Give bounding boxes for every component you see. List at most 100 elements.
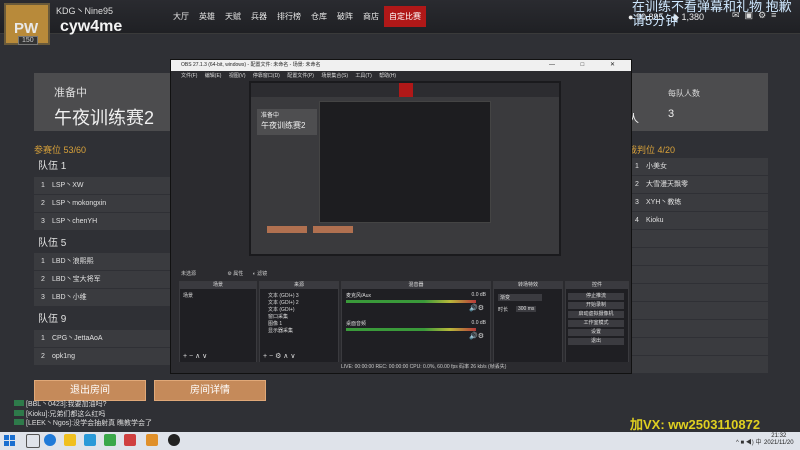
edge-browser-icon[interactable]: [44, 434, 56, 446]
player-row[interactable]: 1 LSP丶XW: [34, 177, 180, 194]
team-header: 队伍 9: [38, 314, 67, 325]
nav-lobby[interactable]: 大厅: [168, 6, 194, 27]
player-row[interactable]: 1 CPG丶JettaAoA: [34, 330, 180, 347]
scenes-dock[interactable]: 场景 场景 + − ∧ ∨: [179, 281, 257, 363]
menu-docks[interactable]: 停靠窗口(D): [253, 73, 280, 79]
room-details-button[interactable]: 房间详情: [154, 380, 266, 401]
obs-titlebar[interactable]: OBS 27.1.3 (64-bit, windows) - 配置文件: 未命名…: [171, 60, 631, 71]
app-icon-red[interactable]: [124, 434, 136, 446]
source-item[interactable]: 文本 (GDI+) 3: [268, 292, 299, 299]
player-row[interactable]: 2 opk1ng: [34, 348, 180, 365]
exit-room-button[interactable]: 退出房间: [34, 380, 146, 401]
mail-icon[interactable]: ✉: [732, 10, 740, 21]
player-row[interactable]: 2 LBD丶宝大将军: [34, 271, 180, 288]
preview-active-tab: [399, 83, 413, 97]
chat-badge-icon: [14, 409, 24, 416]
dock-title: 场景: [180, 282, 256, 289]
obs-taskbar-icon[interactable]: [168, 434, 180, 446]
filters-button[interactable]: 滤镜: [257, 271, 267, 277]
mixer-dock[interactable]: 混音器 麦克风/Aux 0.0 dB 🔊⚙ 桌面音频 0.0 dB 🔊⚙: [341, 281, 491, 363]
source-item[interactable]: 图像 1: [268, 320, 282, 327]
speaker-icon[interactable]: 🔊⚙: [469, 304, 484, 312]
source-add-icon[interactable]: + − ⚙ ∧ ∨: [263, 352, 295, 360]
player-row[interactable]: 2 LSP丶mokongxin: [34, 195, 180, 212]
window-controls[interactable]: — □ ✕: [549, 60, 627, 71]
menu-tools[interactable]: 工具(T): [355, 73, 371, 79]
empty-referee-slot[interactable]: [628, 338, 768, 355]
mixer-track-db: 0.0 dB: [471, 320, 486, 326]
nav-custom-match[interactable]: 自定比赛: [384, 6, 426, 27]
settings-icon[interactable]: ⚙: [758, 10, 766, 21]
shop-icon[interactable]: ▣: [745, 10, 754, 21]
chat-message: [BBL丶0423]:我要加油吗?: [14, 400, 152, 410]
per-team-value: 3: [668, 108, 675, 120]
virtual-camera-button[interactable]: 启动虚拟摄像机: [568, 311, 624, 318]
file-explorer-icon[interactable]: [64, 434, 76, 446]
windows-start-icon[interactable]: [4, 435, 15, 446]
empty-referee-slot[interactable]: [628, 320, 768, 337]
app-icon-green[interactable]: [104, 434, 116, 446]
referee-row[interactable]: 1 小美女: [628, 158, 768, 175]
player-row[interactable]: 3 LBD丶小维: [34, 289, 180, 306]
empty-referee-slot[interactable]: [628, 230, 768, 247]
source-item[interactable]: 显示器采集: [268, 327, 293, 334]
taskbar-clock[interactable]: 21:32 2021/11/20: [764, 433, 794, 447]
nav-talents[interactable]: 天赋: [220, 6, 246, 27]
main-nav: 大厅 英雄 天赋 兵器 排行榜 仓库 破阵 商店 自定比赛: [168, 6, 426, 27]
referee-row[interactable]: 2 大雪漫天飘零: [628, 176, 768, 193]
referee-row[interactable]: 4 Kioku: [628, 212, 768, 229]
studio-mode-button[interactable]: 工作室模式: [568, 320, 624, 327]
transition-select[interactable]: 渐变: [498, 294, 542, 301]
menu-view[interactable]: 视图(V): [229, 73, 246, 79]
settings-button[interactable]: 设置: [568, 329, 624, 336]
source-item[interactable]: 窗口采集: [268, 313, 288, 320]
menu-help[interactable]: 帮助(H): [379, 73, 396, 79]
store-icon[interactable]: [84, 434, 96, 446]
empty-referee-slot[interactable]: [628, 266, 768, 283]
empty-referee-slot[interactable]: [628, 356, 768, 373]
dock-title: 转场特效: [494, 282, 562, 289]
stop-streaming-button[interactable]: 停止推流: [568, 293, 624, 300]
source-item[interactable]: 文本 (GDI+) 2: [268, 299, 299, 306]
referee-row[interactable]: 3 XYH丶教练: [628, 194, 768, 211]
transitions-dock[interactable]: 转场特效 渐变 时长 300 ms: [493, 281, 563, 363]
exit-button[interactable]: 退出: [568, 338, 624, 345]
app-icon-orange[interactable]: [146, 434, 158, 446]
duration-input[interactable]: 300 ms: [516, 306, 537, 312]
nav-heroes[interactable]: 英雄: [194, 6, 220, 27]
obs-title: OBS 27.1.3 (64-bit, windows) - 配置文件: 未命名…: [181, 62, 321, 68]
menu-file[interactable]: 文件(F): [181, 73, 197, 79]
search-icon[interactable]: [26, 434, 40, 448]
sources-dock[interactable]: 来源 文本 (GDI+) 3 文本 (GDI+) 2 文本 (GDI+) 窗口采…: [259, 281, 339, 363]
source-item[interactable]: 文本 (GDI+): [268, 306, 295, 313]
nav-warehouse[interactable]: 仓库: [306, 6, 332, 27]
controls-dock[interactable]: 控件 停止推流 开始录制 启动虚拟摄像机 工作室模式 设置 退出: [565, 281, 629, 363]
gear-icon[interactable]: ⚙: [227, 271, 231, 277]
menu-scene-collection[interactable]: 场景集合(S): [321, 73, 348, 79]
nav-leaderboard[interactable]: 排行榜: [272, 6, 306, 27]
properties-button[interactable]: 属性: [233, 271, 243, 277]
obs-window[interactable]: OBS 27.1.3 (64-bit, windows) - 配置文件: 未命名…: [170, 59, 632, 374]
scene-item[interactable]: 场景: [183, 292, 193, 299]
menu-edit[interactable]: 编辑(E): [205, 73, 222, 79]
start-recording-button[interactable]: 开始录制: [568, 302, 624, 309]
speaker-icon[interactable]: 🔊⚙: [469, 332, 484, 340]
player-row[interactable]: 3 LSP丶chenYH: [34, 213, 180, 230]
team-header: 队伍 1: [38, 161, 67, 172]
nav-break-formation[interactable]: 破阵: [332, 6, 358, 27]
empty-referee-slot[interactable]: [628, 284, 768, 301]
system-tray[interactable]: ^ ■ ◀) 中: [736, 437, 761, 446]
filter-icon[interactable]: ◐: [253, 271, 256, 277]
no-source-label: 未选源: [181, 271, 197, 277]
taskbar: [0, 432, 800, 450]
obs-preview[interactable]: 准备中 午夜训练赛2: [249, 81, 561, 256]
menu-icon[interactable]: ≡: [771, 10, 776, 21]
menu-profile[interactable]: 配置文件(P): [287, 73, 314, 79]
empty-referee-slot[interactable]: [628, 302, 768, 319]
dock-title: 控件: [566, 282, 628, 289]
nav-weapons[interactable]: 兵器: [246, 6, 272, 27]
scene-add-icon[interactable]: + − ∧ ∨: [183, 352, 207, 360]
empty-referee-slot[interactable]: [628, 248, 768, 265]
nav-shop[interactable]: 商店: [358, 6, 384, 27]
player-row[interactable]: 1 LBD丶浪熙熙: [34, 253, 180, 270]
